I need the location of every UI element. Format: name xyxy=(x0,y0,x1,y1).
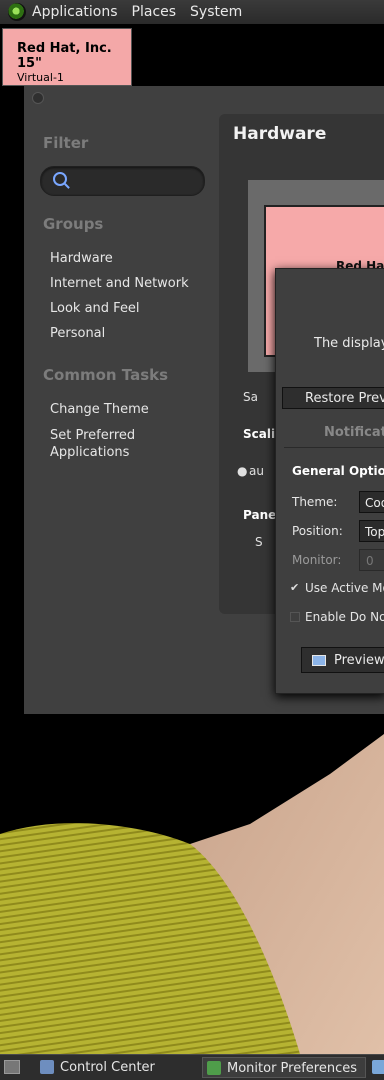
show-desktop-icon[interactable] xyxy=(4,1060,20,1074)
taskbar-control-center[interactable]: Control Center xyxy=(36,1057,198,1078)
menu-system[interactable]: System xyxy=(190,4,242,20)
mate-logo-icon[interactable] xyxy=(8,3,26,21)
preview-button-label: Preview xyxy=(334,653,384,668)
task-change-theme[interactable]: Change Theme xyxy=(50,402,149,417)
content-title: Hardware xyxy=(233,124,327,144)
top-panel: Applications Places System xyxy=(0,0,384,24)
enable-do-not-disturb-checkbox[interactable] xyxy=(290,612,300,622)
monitor-output: Virtual-1 xyxy=(17,71,64,84)
general-options-heading: General Option xyxy=(292,464,384,478)
panel-option-label[interactable]: S xyxy=(255,535,263,549)
theme-label: Theme: xyxy=(292,495,338,509)
sidebar: Filter Groups Hardware Internet and Netw… xyxy=(24,86,219,714)
search-icon xyxy=(53,172,67,186)
group-internet-network[interactable]: Internet and Network xyxy=(50,276,189,291)
control-center-icon xyxy=(40,1060,54,1074)
use-active-monitor-checkbox[interactable]: ✔ xyxy=(290,582,300,593)
task-set-preferred-applications[interactable]: Set Preferred Applications xyxy=(50,427,135,461)
monitor-identification-label: Red Hat, Inc. 15" Virtual-1 xyxy=(2,28,132,86)
desktop-background xyxy=(0,714,384,1054)
notification-properties-icon xyxy=(372,1060,384,1074)
desktop-wallpaper-photo xyxy=(0,714,384,1054)
notification-dialog: The display Restore Previo Notificatio G… xyxy=(275,268,384,694)
tab-notification[interactable]: Notificatio xyxy=(324,425,384,440)
preview-button[interactable]: Preview xyxy=(301,647,384,673)
monitor-spinner[interactable]: 0 xyxy=(359,549,384,571)
taskbar-monitor-preferences-label: Monitor Preferences xyxy=(227,1061,358,1076)
taskbar-control-center-label: Control Center xyxy=(60,1060,155,1075)
groups-heading: Groups xyxy=(43,215,104,233)
scaling-heading: Scali xyxy=(243,427,276,441)
scaling-option-label: au xyxy=(249,464,264,478)
display-message: The display xyxy=(314,336,384,351)
group-look-feel[interactable]: Look and Feel xyxy=(50,301,140,316)
filter-heading: Filter xyxy=(43,134,89,152)
search-input[interactable] xyxy=(40,166,205,196)
scaling-radio-icon[interactable]: ● xyxy=(237,464,247,478)
position-select[interactable]: Top xyxy=(359,520,384,542)
taskbar-monitor-preferences[interactable]: Monitor Preferences xyxy=(202,1057,366,1078)
common-tasks-heading: Common Tasks xyxy=(43,366,169,384)
monitor-name: Red Hat, Inc. 15" xyxy=(17,41,112,71)
group-personal[interactable]: Personal xyxy=(50,326,105,341)
panel-heading: Pane xyxy=(243,508,277,522)
menu-places[interactable]: Places xyxy=(132,4,177,20)
bottom-taskbar: Control Center Monitor Preferences xyxy=(0,1054,384,1080)
monitor-field-label: Monitor: xyxy=(292,553,342,567)
tab-divider xyxy=(284,447,384,448)
theme-select[interactable]: Coo xyxy=(359,491,384,513)
restore-previous-button[interactable]: Restore Previo xyxy=(282,387,384,409)
position-label: Position: xyxy=(292,524,343,538)
enable-do-not-disturb-label: Enable Do No xyxy=(305,610,384,624)
preview-icon xyxy=(312,655,326,666)
monitor-preferences-icon xyxy=(207,1061,221,1075)
window-menu-icon[interactable] xyxy=(32,92,44,104)
group-hardware[interactable]: Hardware xyxy=(50,251,113,266)
use-active-monitor-label: Use Active Mo xyxy=(305,581,384,595)
menu-applications[interactable]: Applications xyxy=(32,4,118,20)
same-image-checkbox-label[interactable]: Sa xyxy=(243,390,258,404)
taskbar-notification-properties[interactable] xyxy=(370,1057,384,1078)
